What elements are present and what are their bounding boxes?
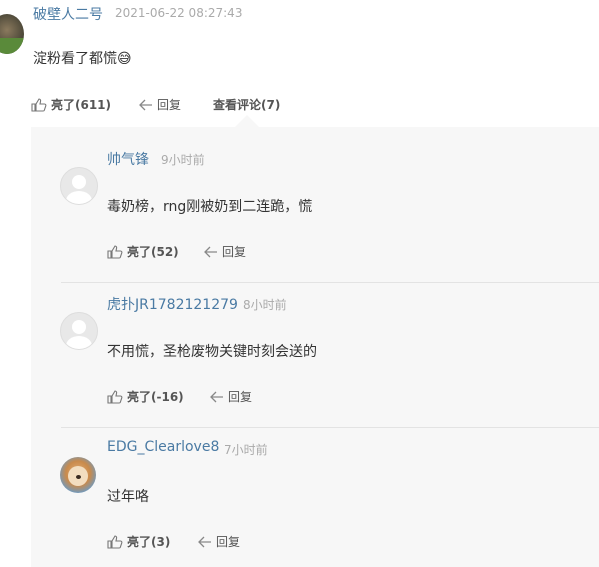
reply-reply-label: 回复 (222, 245, 247, 259)
comment-username[interactable]: 破壁人二号 (33, 4, 103, 24)
reply-divider (61, 282, 599, 283)
panel-pointer (235, 115, 259, 127)
thumbs-up-icon (107, 244, 123, 259)
reply-username[interactable]: 虎扑JR1782121279 (107, 294, 238, 314)
comment-text: 淀粉看了都慌😅 (33, 51, 132, 67)
reply-reply-label: 回复 (228, 390, 253, 404)
thumbs-up-icon (31, 97, 47, 112)
user-avatar[interactable] (0, 14, 24, 54)
view-replies-label: 查看评论(7) (213, 98, 281, 112)
reply-arrow-icon (139, 99, 153, 111)
reply-timestamp: 9小时前 (161, 153, 205, 167)
thumbs-up-icon (107, 534, 123, 549)
comment-timestamp: 2021-06-22 08:27:43 (115, 6, 243, 20)
reply-username[interactable]: 帅气锋 (107, 149, 149, 169)
reply-timestamp: 8小时前 (243, 298, 287, 312)
reply-like-label: 亮了(3) (127, 535, 171, 549)
reply-text: 不用慌，圣枪废物关键时刻会送的 (107, 344, 317, 360)
reply-username[interactable]: EDG_Clearlove8 (107, 439, 219, 455)
reply-arrow-icon (210, 391, 224, 403)
reply-like-button[interactable]: 亮了(52) (107, 243, 179, 260)
like-button[interactable]: 亮了(611) (31, 96, 111, 113)
reply-timestamp: 7小时前 (224, 443, 268, 457)
reply-arrow-icon (204, 246, 218, 258)
reply-arrow-icon (198, 536, 212, 548)
reply-avatar[interactable] (60, 457, 96, 493)
reply-like-label: 亮了(-16) (127, 390, 184, 404)
like-count-label: 亮了(611) (51, 98, 112, 112)
reply-reply-button[interactable]: 回复 (198, 533, 240, 550)
reply-text: 过年咯 (107, 489, 149, 505)
reply-like-button[interactable]: 亮了(3) (107, 533, 170, 550)
reply-button[interactable]: 回复 (139, 96, 181, 113)
reply-reply-button[interactable]: 回复 (204, 243, 246, 260)
reply-reply-button[interactable]: 回复 (210, 388, 252, 405)
reply-like-button[interactable]: 亮了(-16) (107, 388, 184, 405)
reply-label: 回复 (157, 98, 182, 112)
reply-avatar[interactable] (60, 167, 98, 205)
reply-like-label: 亮了(52) (127, 245, 179, 259)
reply-reply-label: 回复 (216, 535, 241, 549)
reply-text: 毒奶榜，rng刚被奶到二连跪，慌 (107, 199, 313, 215)
thumbs-up-icon (107, 389, 123, 404)
reply-divider (61, 427, 599, 428)
reply-avatar[interactable] (60, 312, 98, 350)
view-replies-button[interactable]: 查看评论(7) (213, 96, 280, 113)
